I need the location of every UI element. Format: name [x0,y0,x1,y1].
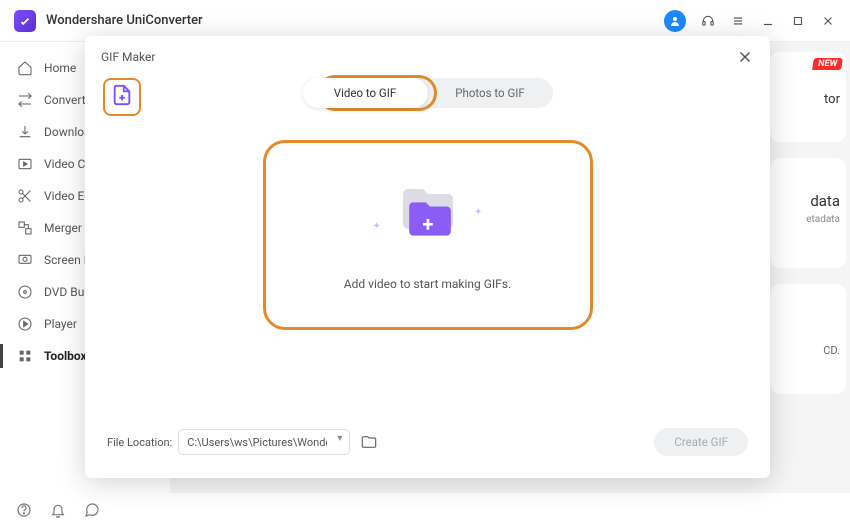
browse-folder-icon[interactable] [358,431,380,453]
feedback-icon[interactable] [84,502,100,518]
minimize-icon[interactable] [760,13,776,29]
file-location-select[interactable] [178,429,350,455]
modal-footer: File Location: Create GIF [85,428,770,478]
home-icon [16,59,34,77]
sidebar-item-label: Home [44,61,76,75]
peek-card: NEW tor [770,52,846,142]
tab-video-to-gif[interactable]: Video to GIF [303,78,428,108]
drop-text: Add video to start making GIFs. [344,277,511,291]
titlebar-controls [664,10,836,32]
headset-icon[interactable] [700,13,716,29]
drop-area[interactable]: ✦ ✦ + Add video to start making GIFs. [263,140,593,330]
background-cards: NEW tor data etadata CD. [770,42,850,493]
sidebar-item-label: Toolbox [44,349,87,363]
grid-icon [16,347,34,365]
new-badge: NEW [812,58,843,70]
play-icon [16,315,34,333]
download-icon [16,123,34,141]
bottombar [0,493,116,527]
menu-icon[interactable] [730,13,746,29]
compress-icon [16,155,34,173]
peek-card: data etadata [770,158,846,268]
plus-icon: + [423,212,434,236]
tab-photos-to-gif[interactable]: Photos to GIF [428,78,553,108]
close-icon[interactable] [736,48,754,66]
maximize-icon[interactable] [790,13,806,29]
bell-icon[interactable] [50,502,66,518]
sidebar-item-label: Merger [44,221,82,235]
mode-segmented-control: Video to GIF Photos to GIF [303,78,553,108]
add-document-icon [111,84,133,110]
gif-maker-modal: GIF Maker Video to GIF Photos to GIF ✦ ✦… [85,36,770,478]
help-icon[interactable] [16,502,32,518]
sidebar-item-label: Player [44,317,77,331]
create-gif-button[interactable]: Create GIF [654,428,748,456]
disc-icon [16,283,34,301]
app-logo [14,10,36,32]
add-folder-illustration: ✦ ✦ + [373,179,483,259]
close-icon[interactable] [820,13,836,29]
user-account-icon[interactable] [664,10,686,32]
modal-header: GIF Maker [85,36,770,74]
peek-card: CD. [770,284,846,394]
scissors-icon [16,187,34,205]
modal-title: GIF Maker [101,50,155,64]
app-title: Wondershare UniConverter [46,13,203,28]
file-location-label: File Location: [107,436,172,449]
merge-icon [16,219,34,237]
convert-icon [16,91,34,109]
add-file-button[interactable] [103,78,141,116]
record-icon [16,251,34,269]
